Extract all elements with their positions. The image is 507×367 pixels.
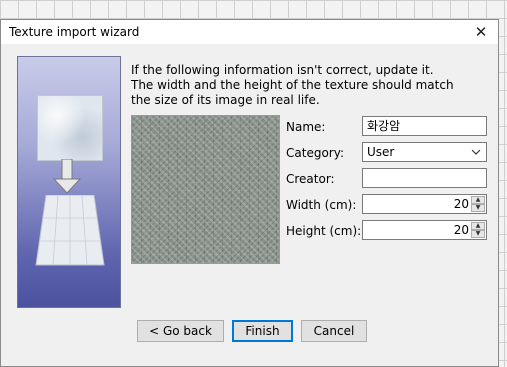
texture-import-dialog: Texture import wizard ✕ If the following… [0,19,499,367]
cancel-button[interactable]: Cancel [301,320,367,342]
intro-line-2: The width and the height of the texture … [131,78,454,92]
chevron-down-icon [471,149,481,155]
arrow-down-icon [52,159,82,194]
intro-text: If the following information isn't corre… [131,63,491,108]
height-label: Height (cm): [286,224,362,238]
intro-line-1: If the following information isn't corre… [131,63,434,77]
width-label: Width (cm): [286,198,357,212]
name-field[interactable]: 화강암 [362,116,487,136]
width-spinner[interactable]: 20 ▲ ▼ [362,194,487,214]
spin-up-icon[interactable]: ▲ [471,196,485,204]
category-label: Category: [286,146,344,160]
title-bar: Texture import wizard ✕ [1,20,498,44]
texture-sample-icon [37,95,103,161]
category-selected-value: User [367,145,395,159]
spin-up-icon[interactable]: ▲ [471,222,485,230]
spin-down-icon[interactable]: ▼ [471,230,485,238]
texture-preview-image [131,115,280,264]
height-value[interactable]: 20 [454,221,469,239]
width-value[interactable]: 20 [454,195,469,213]
creator-field[interactable] [362,168,487,188]
spin-down-icon[interactable]: ▼ [471,204,485,212]
textured-floor-icon [35,195,105,266]
name-label: Name: [286,120,326,134]
wizard-side-illustration [17,56,121,308]
height-spinner[interactable]: 20 ▲ ▼ [362,220,487,240]
close-icon[interactable]: ✕ [464,20,498,44]
finish-button[interactable]: Finish [232,320,293,342]
dialog-title: Texture import wizard [9,25,140,39]
intro-line-3: the size of its image in real life. [131,93,320,107]
category-select[interactable]: User [362,142,487,162]
creator-label: Creator: [286,172,335,186]
go-back-button[interactable]: < Go back [137,320,224,342]
